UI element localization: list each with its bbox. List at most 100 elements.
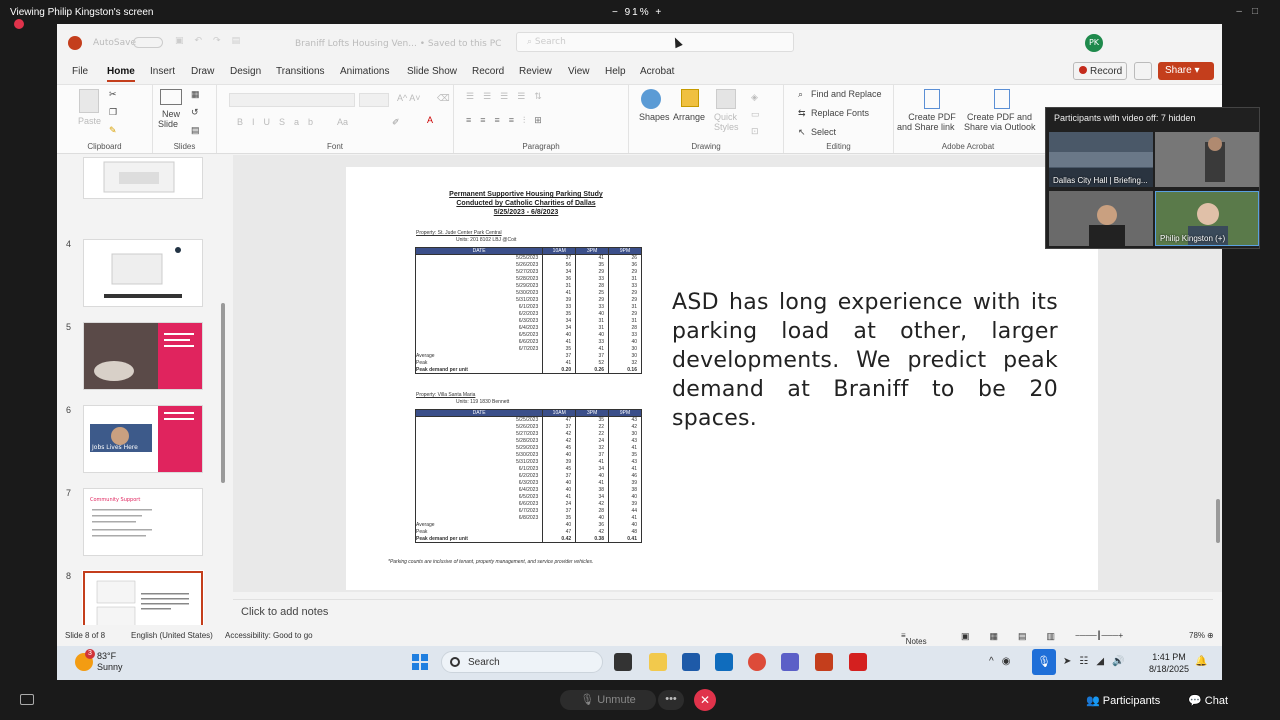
slide-thumbnail-7[interactable]: Community Support — [83, 488, 203, 556]
powerpoint-taskbar-icon[interactable] — [815, 653, 833, 671]
tab-insert[interactable]: Insert — [150, 66, 175, 77]
chat-button[interactable]: 💬 Chat — [1188, 694, 1228, 707]
create-pdf-outlook-label-2[interactable]: Share via Outlook — [964, 122, 1036, 132]
tab-acrobat[interactable]: Acrobat — [640, 66, 674, 77]
thumbnails-scroll-thumb[interactable] — [221, 303, 225, 483]
zoom-percentage[interactable]: 78% — [1189, 631, 1205, 640]
video-tile-philip-kingston[interactable]: Philip Kingston (+) — [1155, 191, 1259, 246]
current-slide[interactable]: Permanent Supportive Housing Parking Stu… — [346, 167, 1098, 590]
outlook-icon[interactable] — [715, 653, 733, 671]
slide-scrollbar[interactable] — [1215, 499, 1221, 579]
unmute-button[interactable]: 🎙 Unmute — [560, 690, 656, 710]
record-button[interactable]: Record — [1073, 62, 1127, 80]
zoom-out-button[interactable]: − — [612, 7, 620, 18]
arrange-label[interactable]: Arrange — [673, 112, 705, 122]
new-slide-icon[interactable] — [160, 89, 182, 105]
video-tile-2[interactable] — [1155, 132, 1259, 187]
participants-video-panel[interactable]: Participants with video off: 7 hidden Da… — [1045, 107, 1260, 249]
participants-button[interactable]: 👥 Participants — [1086, 694, 1160, 707]
tab-animations[interactable]: Animations — [340, 66, 389, 77]
tab-slide-show[interactable]: Slide Show — [407, 66, 457, 77]
document-name[interactable]: Braniff Lofts Housing Ven... • Saved to … — [295, 39, 501, 49]
tab-transitions[interactable]: Transitions — [276, 66, 325, 77]
comments-button[interactable] — [1134, 62, 1152, 80]
tab-review[interactable]: Review — [519, 66, 552, 77]
alignment-icons[interactable]: ≡≡≡≡⫶⊞ — [466, 115, 551, 126]
grow-font-icon[interactable]: A^ A˅ — [397, 93, 421, 103]
microphone-icon[interactable]: 🎙 — [1032, 649, 1056, 675]
format-painter-icon[interactable]: ✎ — [109, 125, 117, 136]
create-pdf-icon[interactable] — [924, 89, 940, 109]
font-family-select[interactable] — [229, 93, 355, 107]
shape-fill-icons[interactable]: ◈ ▭ ⊡ — [751, 89, 760, 140]
network-volume-icons[interactable]: ➤☷◢🔊 — [1063, 656, 1133, 667]
accessibility-status[interactable]: Accessibility: Good to go — [225, 631, 313, 640]
search-box[interactable]: ⌕ Search — [516, 32, 794, 52]
replace-icon[interactable]: ⇆ — [798, 108, 806, 119]
paste-icon[interactable] — [79, 89, 99, 113]
quick-styles-icon[interactable] — [716, 89, 736, 109]
slide-thumbnail-6[interactable]: Jobs Lives Here — [83, 405, 203, 473]
paste-label[interactable]: Paste — [78, 116, 101, 126]
task-view-icon[interactable] — [614, 653, 632, 671]
notes-toggle-button[interactable]: ≡ Notes — [901, 631, 927, 646]
window-controls[interactable]: –□ — [1236, 6, 1268, 17]
select-icon[interactable]: ↖ — [798, 127, 806, 138]
create-pdf-outlook-icon[interactable] — [994, 89, 1010, 109]
highlight-icon[interactable]: ✐ — [392, 117, 400, 128]
select-label[interactable]: Select — [811, 127, 836, 137]
find-icon[interactable]: ⌕ — [798, 89, 803, 100]
windows-start-icon[interactable] — [412, 654, 428, 670]
quick-access-icons[interactable]: ▣↶↷▤ — [175, 36, 251, 46]
leave-call-button[interactable]: ✕ — [694, 689, 716, 711]
notification-icon[interactable]: 🔔 — [1195, 656, 1215, 667]
quick-styles-label[interactable]: Quick — [714, 112, 737, 122]
change-case-icon[interactable]: Aa — [337, 117, 348, 127]
list-icons[interactable]: ☰☰☰☰⇅ — [466, 91, 551, 102]
thumbnails-scrollbar[interactable] — [220, 163, 226, 615]
share-button[interactable]: Share ▾ — [1158, 62, 1214, 80]
font-style-icons[interactable]: BIUSab — [237, 117, 322, 127]
acrobat-icon[interactable] — [849, 653, 867, 671]
zoom-slider[interactable]: −───┃───+ — [1075, 631, 1123, 640]
font-size-select[interactable] — [359, 93, 389, 107]
create-pdf-outlook-label[interactable]: Create PDF and — [967, 112, 1032, 122]
video-tile-3[interactable] — [1049, 191, 1153, 246]
copy-icon[interactable]: ❐ — [109, 107, 117, 118]
teams-icon[interactable] — [781, 653, 799, 671]
replace-fonts-label[interactable]: Replace Fonts — [811, 108, 869, 118]
tab-record[interactable]: Record — [472, 66, 504, 77]
notes-pane[interactable]: Click to add notes — [233, 599, 1213, 623]
tab-view[interactable]: View — [568, 66, 590, 77]
quick-styles-label-2[interactable]: Styles — [714, 122, 739, 132]
find-replace-label[interactable]: Find and Replace — [811, 89, 882, 99]
arrange-icon[interactable] — [681, 89, 699, 107]
layout-icon[interactable]: ▦ — [191, 89, 200, 100]
new-slide-label-2[interactable]: Slide — [158, 119, 178, 129]
caption-icon[interactable] — [20, 694, 34, 705]
shapes-icon[interactable] — [641, 89, 661, 109]
store-icon[interactable] — [682, 653, 700, 671]
create-pdf-label[interactable]: Create PDF — [906, 112, 958, 122]
tab-design[interactable]: Design — [230, 66, 261, 77]
video-tile-city-hall[interactable]: Dallas City Hall | Briefing... — [1049, 132, 1153, 187]
slide-scroll-thumb[interactable] — [1216, 499, 1220, 543]
file-explorer-icon[interactable] — [649, 653, 667, 671]
tab-home[interactable]: Home — [107, 66, 135, 82]
font-color-icon[interactable]: A — [427, 115, 433, 125]
system-tray-icons[interactable]: ^◉ — [989, 656, 1018, 667]
slide-thumbnail-4[interactable] — [83, 239, 203, 307]
view-buttons[interactable]: ▣▦▤▥ — [961, 631, 1075, 642]
reset-icon[interactable]: ↺ — [191, 107, 199, 118]
slide-body-text[interactable]: ASD has long experience with its parking… — [672, 288, 1058, 433]
taskbar-clock[interactable]: 1:41 PM 8/18/2025 — [1149, 651, 1189, 675]
slide-thumbnail-5[interactable] — [83, 322, 203, 390]
shapes-label[interactable]: Shapes — [639, 112, 670, 122]
cut-icon[interactable]: ✂ — [109, 89, 117, 100]
create-pdf-label-2[interactable]: and Share link — [897, 122, 955, 132]
tab-draw[interactable]: Draw — [191, 66, 214, 77]
new-slide-label[interactable]: New — [162, 109, 180, 119]
section-icon[interactable]: ▤ — [191, 125, 200, 136]
fit-slide-icon[interactable]: ⊕ — [1207, 631, 1214, 640]
tab-file[interactable]: File — [72, 66, 88, 77]
